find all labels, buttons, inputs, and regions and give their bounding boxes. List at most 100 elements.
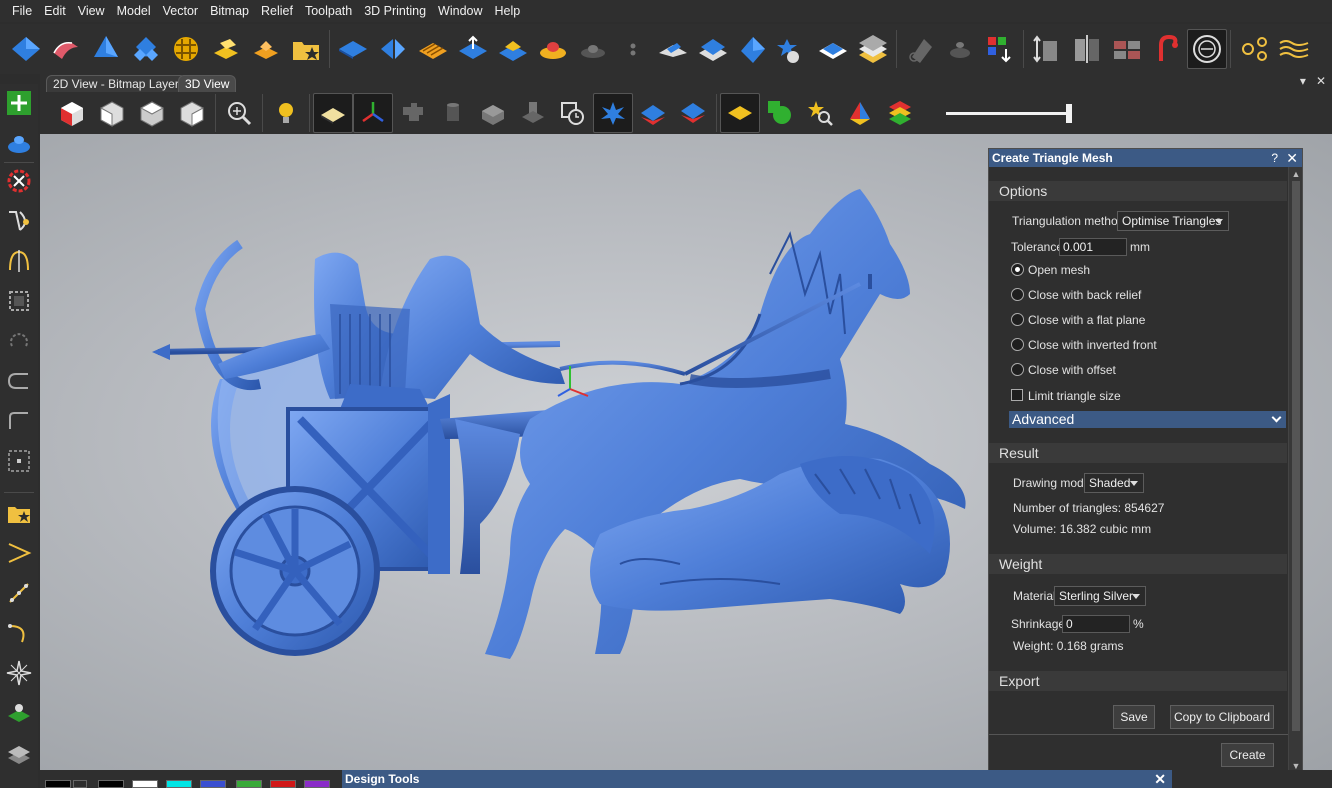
- close-icon[interactable]: ✕: [1154, 770, 1166, 788]
- scroll-thumb[interactable]: [1292, 181, 1300, 731]
- open-project-icon[interactable]: [286, 29, 326, 69]
- material-dropdown[interactable]: Sterling Silver: [1054, 586, 1146, 606]
- shrinkage-input[interactable]: [1062, 615, 1130, 633]
- sculpt-icon[interactable]: [1147, 29, 1187, 69]
- color-swatch[interactable]: [132, 780, 158, 788]
- color-swatch[interactable]: [304, 780, 330, 788]
- shape-editor-icon[interactable]: [86, 29, 126, 69]
- bezier-icon[interactable]: [4, 206, 34, 236]
- side-view-icon[interactable]: [172, 93, 212, 133]
- export-section-header[interactable]: Export: [989, 671, 1287, 691]
- rotate-icon[interactable]: [4, 326, 34, 356]
- relief-plane-icon[interactable]: [333, 29, 373, 69]
- design-tools-panel[interactable]: Design Tools ✕: [342, 770, 1172, 788]
- limit-triangle-size-checkbox[interactable]: [1011, 389, 1023, 401]
- menu-toolpath[interactable]: Toolpath: [299, 0, 358, 22]
- node-editor-icon[interactable]: [1234, 29, 1274, 69]
- color-swatch[interactable]: [98, 780, 124, 788]
- search-icon[interactable]: [800, 93, 840, 133]
- color-palette-icon[interactable]: [840, 93, 880, 133]
- rectangle-icon[interactable]: [4, 406, 34, 436]
- menu-file[interactable]: File: [6, 0, 38, 22]
- mirror-vector-icon[interactable]: [4, 246, 34, 276]
- offset-relief-icon[interactable]: [453, 29, 493, 69]
- create-button[interactable]: Create: [1221, 743, 1274, 767]
- menu-help[interactable]: Help: [489, 0, 527, 22]
- options-section-header[interactable]: Options: [989, 181, 1287, 201]
- component-icon[interactable]: [393, 93, 433, 133]
- block-icon[interactable]: [473, 93, 513, 133]
- drawing-mode-dropdown[interactable]: Shaded: [1084, 473, 1144, 493]
- open-mesh-radio[interactable]: [1011, 263, 1024, 276]
- close-back-relief-radio[interactable]: [1011, 288, 1024, 301]
- relief-clipboard-icon[interactable]: [4, 166, 34, 196]
- tab-3d-view[interactable]: 3D View: [178, 75, 237, 92]
- select-box-icon[interactable]: [4, 286, 34, 316]
- menu-window[interactable]: Window: [432, 0, 488, 22]
- star-icon[interactable]: [4, 658, 34, 688]
- colour-select-icon[interactable]: [980, 29, 1020, 69]
- front-view-icon[interactable]: [92, 93, 132, 133]
- color-swatch[interactable]: [236, 780, 262, 788]
- menu-relief[interactable]: Relief: [255, 0, 299, 22]
- folder-star-icon[interactable]: [4, 498, 34, 528]
- eraser-icon[interactable]: [900, 29, 940, 69]
- material-icon[interactable]: [720, 93, 760, 133]
- frame-icon[interactable]: [4, 446, 34, 476]
- cylinder-icon[interactable]: [433, 93, 473, 133]
- color-swatch[interactable]: [200, 780, 226, 788]
- color-swatch[interactable]: [270, 780, 296, 788]
- shape-tool-icon[interactable]: [760, 93, 800, 133]
- stack-layers-icon[interactable]: [693, 29, 733, 69]
- ring-icon[interactable]: [940, 29, 980, 69]
- cut-relief-icon[interactable]: [733, 29, 773, 69]
- diamond-relief-icon[interactable]: [6, 29, 46, 69]
- texture-relief-icon[interactable]: [413, 29, 453, 69]
- menu-vector[interactable]: Vector: [157, 0, 204, 22]
- color-swatch[interactable]: [166, 780, 192, 788]
- pyramid-relief-icon[interactable]: [493, 29, 533, 69]
- menu-model[interactable]: Model: [111, 0, 157, 22]
- arc-icon[interactable]: [4, 366, 34, 396]
- close-inverted-front-radio[interactable]: [1011, 338, 1024, 351]
- light-icon[interactable]: [266, 93, 306, 133]
- layers-color-icon[interactable]: [880, 93, 920, 133]
- view-slider[interactable]: [946, 103, 1074, 123]
- result-section-header[interactable]: Result: [989, 443, 1287, 463]
- text-on-curve-icon[interactable]: [1274, 29, 1314, 69]
- snap-icon[interactable]: [553, 93, 593, 133]
- layered-shading-icon[interactable]: [673, 93, 713, 133]
- scale-height-icon[interactable]: [1027, 29, 1067, 69]
- close-icon[interactable]: ✕: [1316, 74, 1326, 92]
- zoom-icon[interactable]: [219, 93, 259, 133]
- flatten-relief-icon[interactable]: [813, 29, 853, 69]
- pad-icon[interactable]: [246, 29, 286, 69]
- pin-icon[interactable]: ▾: [1300, 74, 1306, 92]
- close-icon[interactable]: ✕: [1286, 149, 1298, 167]
- bezel-icon[interactable]: [1187, 29, 1227, 69]
- dialog-scrollbar[interactable]: ▲ ▼: [1288, 167, 1302, 773]
- link-icon[interactable]: [73, 780, 87, 788]
- assembly-icon[interactable]: [513, 93, 553, 133]
- mirror-icon[interactable]: [1067, 29, 1107, 69]
- layer-stack-icon[interactable]: [4, 698, 34, 728]
- erase-relief-icon[interactable]: [573, 29, 613, 69]
- small-dot-icon[interactable]: [613, 29, 653, 69]
- multi-layer-icon[interactable]: [4, 738, 34, 768]
- selected-relief-icon[interactable]: [593, 93, 633, 133]
- layers-icon[interactable]: [853, 29, 893, 69]
- menu-view[interactable]: View: [72, 0, 111, 22]
- scroll-up-icon[interactable]: ▲: [1291, 169, 1301, 179]
- save-button[interactable]: Save: [1113, 705, 1155, 729]
- tab-2d-view[interactable]: 2D View - Bitmap Layer: [46, 75, 186, 92]
- tile-icon[interactable]: [1107, 29, 1147, 69]
- axes-icon[interactable]: [353, 93, 393, 133]
- menu-bitmap[interactable]: Bitmap: [204, 0, 255, 22]
- menu-edit[interactable]: Edit: [38, 0, 72, 22]
- relief-layer-icon[interactable]: [4, 128, 34, 158]
- add-layer-icon[interactable]: [4, 88, 34, 118]
- triangulation-method-dropdown[interactable]: Optimise Triangles: [1117, 211, 1229, 231]
- dome-relief-icon[interactable]: [773, 29, 813, 69]
- close-flat-plane-radio[interactable]: [1011, 313, 1024, 326]
- weight-section-header[interactable]: Weight: [989, 554, 1287, 574]
